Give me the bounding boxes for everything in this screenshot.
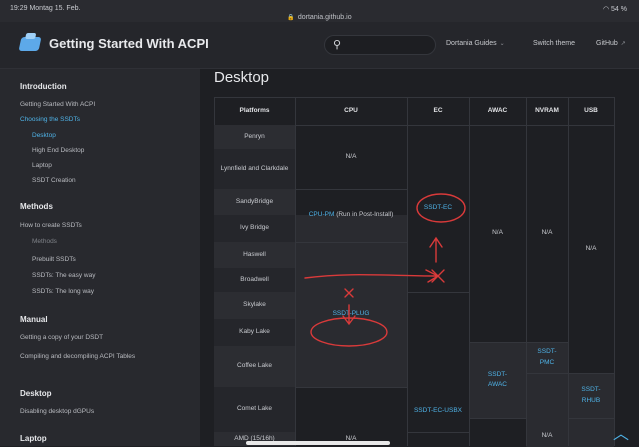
sidebar: Introduction Getting Started With ACPI C… — [0, 69, 200, 446]
platform-ivybridge: Ivy Bridge — [214, 215, 295, 242]
sidebar-item-prebuilt[interactable]: Prebuilt SSDTs — [32, 256, 76, 263]
header-ec: EC — [433, 106, 443, 114]
search-input[interactable]: ⚲ — [324, 35, 436, 55]
site-logo-icon[interactable] — [18, 37, 42, 51]
sidebar-item-choosing-ssdts[interactable]: Choosing the SSDTs — [20, 116, 80, 123]
sidebar-item-dsdt-copy[interactable]: Getting a copy of your DSDT — [20, 334, 103, 341]
ssdt-rhub-link[interactable]: SSDT-RHUB — [576, 385, 606, 405]
sidebar-item-how-to-create[interactable]: How to create SSDTs — [20, 222, 82, 229]
sidebar-item-compiling[interactable]: Compiling and decompiling ACPI Tables — [20, 352, 170, 362]
battery-text: 54 % — [611, 6, 627, 13]
sidebar-item-disabling-gpus[interactable]: Disabling desktop dGPUs — [20, 408, 94, 415]
header-nvram: NVRAM — [535, 106, 559, 114]
back-to-top-icon[interactable]: ︿ — [613, 420, 629, 444]
ssdt-ec-usbx-link[interactable]: SSDT-EC-USBX — [414, 308, 462, 416]
sidebar-item-laptop[interactable]: Laptop — [32, 162, 52, 169]
lock-icon: 🔒 — [287, 15, 295, 21]
external-link-icon: ↗ — [620, 41, 626, 47]
nav-label: GitHub — [596, 40, 618, 47]
sidebar-item-high-end-desktop[interactable]: High End Desktop — [32, 147, 84, 154]
ssdt-plug-link[interactable]: SSDT-PLUG — [333, 309, 370, 319]
ec-usbx-cell: SSDT-EC-USBX — [407, 292, 469, 432]
sidebar-heading-introduction[interactable]: Introduction — [20, 82, 67, 91]
nvram-na: N/A — [541, 229, 553, 237]
header-cpu: CPU — [344, 106, 358, 114]
platform-kabylake: Kaby Lake — [214, 319, 295, 346]
ssdt-pmc-link[interactable]: SSDT-PMC — [534, 347, 560, 367]
nav-github[interactable]: GitHub ↗ — [596, 40, 626, 47]
battery-indicator: ◠ 54 % — [603, 5, 627, 13]
platform-sandybridge: SandyBridge — [214, 189, 295, 215]
platform-penryn: Penryn — [214, 125, 295, 149]
ssdt-ec-link[interactable]: SSDT-EC — [424, 203, 452, 213]
sidebar-heading-desktop[interactable]: Desktop — [20, 389, 52, 398]
home-indicator — [246, 441, 390, 445]
sidebar-heading-laptop[interactable]: Laptop — [20, 434, 47, 443]
sidebar-item-getting-started[interactable]: Getting Started With ACPI — [20, 101, 95, 108]
top-navigation: Getting Started With ACPI ⚲ Dortania Gui… — [0, 22, 639, 69]
header-usb: USB — [584, 106, 598, 114]
status-bar: 19:29 Montag 15. Feb. 🔒 dortania.github.i… — [0, 0, 639, 22]
site-title[interactable]: Getting Started With ACPI — [49, 36, 209, 51]
usb-rhub-cell: SSDT-RHUB — [568, 373, 614, 418]
nav-label: Switch theme — [533, 40, 576, 47]
main-content: Desktop Platforms CPU EC AWAC NVRAM USB — [200, 69, 639, 447]
platform-skylake: Skylake — [214, 292, 295, 319]
wifi-icon: ◠ — [602, 6, 612, 13]
ssdt-awac-link[interactable]: SSDT-AWAC — [483, 370, 513, 390]
sidebar-subheading-methods: Methods — [32, 238, 57, 245]
ec-cell: SSDT-EC — [407, 125, 469, 292]
desktop-ssdt-table: Platforms CPU EC AWAC NVRAM USB Penryn L… — [214, 97, 638, 447]
sidebar-heading-manual[interactable]: Manual — [20, 315, 48, 324]
platform-lynnfield: Lynnfield and Clarkdale — [214, 149, 295, 189]
nav-switch-theme[interactable]: Switch theme — [533, 40, 575, 47]
nav-label: Dortania Guides — [446, 40, 497, 47]
sidebar-heading-methods[interactable]: Methods — [20, 202, 53, 211]
chevron-down-icon: ⌄ — [499, 41, 505, 47]
platform-coffeelake: Coffee Lake — [214, 346, 295, 387]
nav-dortania-guides[interactable]: Dortania Guides ⌄ — [446, 40, 505, 47]
sidebar-item-long-way[interactable]: SSDTs: The long way — [32, 288, 94, 295]
platform-cometlake: Comet Lake — [214, 387, 295, 432]
usb-na: N/A — [585, 244, 597, 252]
nvram-pmc-cell: SSDT-PMC — [526, 342, 568, 373]
sidebar-item-desktop[interactable]: Desktop — [32, 132, 56, 139]
awac-na: N/A — [492, 229, 503, 237]
cpu-plug-cell: SSDT-PLUG — [295, 242, 407, 387]
platform-haswell: Haswell — [214, 242, 295, 268]
search-icon: ⚲ — [333, 39, 342, 51]
cpu-pm-cell: CPU-PM (Run in Post-Install) — [295, 189, 407, 242]
page-title: Desktop — [214, 69, 270, 86]
awac-cell: SSDT-AWAC — [469, 342, 526, 418]
header-platforms: Platforms — [239, 106, 270, 114]
header-awac: AWAC — [487, 106, 508, 114]
sidebar-item-easy-way[interactable]: SSDTs: The easy way — [32, 272, 95, 279]
platform-broadwell: Broadwell — [214, 268, 295, 292]
address-bar[interactable]: 🔒 dortania.github.io — [0, 14, 639, 21]
nvram-na-bottom: N/A — [541, 432, 553, 440]
cpu-pm-link[interactable]: CPU-PM — [309, 211, 335, 218]
cpu-na: N/A — [345, 152, 357, 160]
sidebar-item-ssdt-creation[interactable]: SSDT Creation — [32, 177, 76, 184]
status-time: 19:29 Montag 15. Feb. — [10, 5, 81, 12]
cpu-pm-note: (Run in Post-Install) — [336, 211, 394, 219]
url-text: dortania.github.io — [297, 14, 352, 21]
